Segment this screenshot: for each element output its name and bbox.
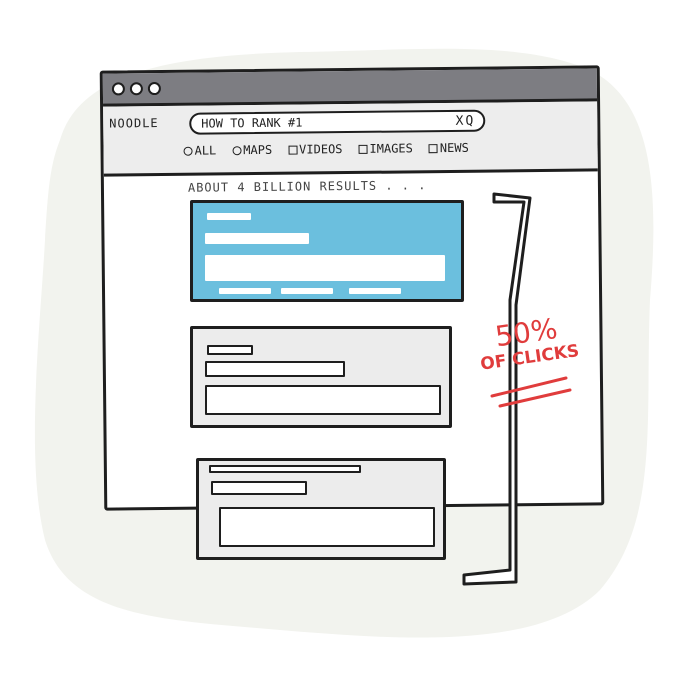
result-card-top[interactable] (190, 200, 464, 302)
annotation-underline (490, 376, 572, 408)
result-url-line (207, 213, 251, 220)
minimize-window-dot[interactable] (129, 81, 143, 95)
result-url-line (207, 345, 253, 355)
tab-all[interactable]: ALL (183, 143, 217, 158)
result-title-line (211, 481, 307, 495)
tab-news[interactable]: NEWS (428, 140, 469, 156)
maximize-window-dot[interactable] (147, 81, 161, 95)
news-icon (428, 143, 438, 153)
search-header: NOODLE HOW TO RANK #1 X Q ALL MAPS VIDEO… (103, 101, 598, 177)
tab-label: VIDEOS (299, 142, 343, 157)
result-title-line (205, 233, 309, 244)
video-icon (288, 145, 298, 155)
title-bar (102, 68, 598, 107)
result-link-line (349, 288, 401, 294)
search-engine-logo[interactable]: NOODLE (109, 116, 159, 131)
radio-icon (183, 146, 193, 156)
result-url-line (209, 465, 361, 473)
result-title-line (205, 361, 345, 377)
result-link-line (281, 288, 333, 294)
result-link-line (219, 288, 271, 294)
close-window-dot[interactable] (111, 81, 125, 96)
result-snippet-line (219, 507, 435, 547)
tab-videos[interactable]: VIDEOS (288, 142, 343, 157)
result-snippet-line (205, 255, 445, 281)
tab-label: IMAGES (369, 141, 413, 156)
clear-search-icon[interactable]: X (456, 113, 464, 128)
tab-label: NEWS (439, 140, 469, 156)
result-card-third[interactable] (196, 458, 446, 560)
result-card-second[interactable] (190, 326, 452, 428)
search-icon[interactable]: Q (465, 113, 473, 128)
tab-label: ALL (194, 143, 217, 158)
tab-images[interactable]: IMAGES (358, 141, 413, 156)
search-query[interactable]: HOW TO RANK #1 (201, 114, 455, 131)
tab-label: MAPS (243, 142, 273, 158)
tab-maps[interactable]: MAPS (232, 143, 272, 157)
map-pin-icon (232, 145, 242, 155)
search-input[interactable]: HOW TO RANK #1 X Q (189, 109, 486, 135)
search-tabs: ALL MAPS VIDEOS IMAGES NEWS (183, 140, 469, 158)
image-icon (358, 144, 368, 154)
results-count: ABOUT 4 BILLION RESULTS . . . (187, 178, 427, 195)
result-snippet-line (205, 385, 441, 415)
